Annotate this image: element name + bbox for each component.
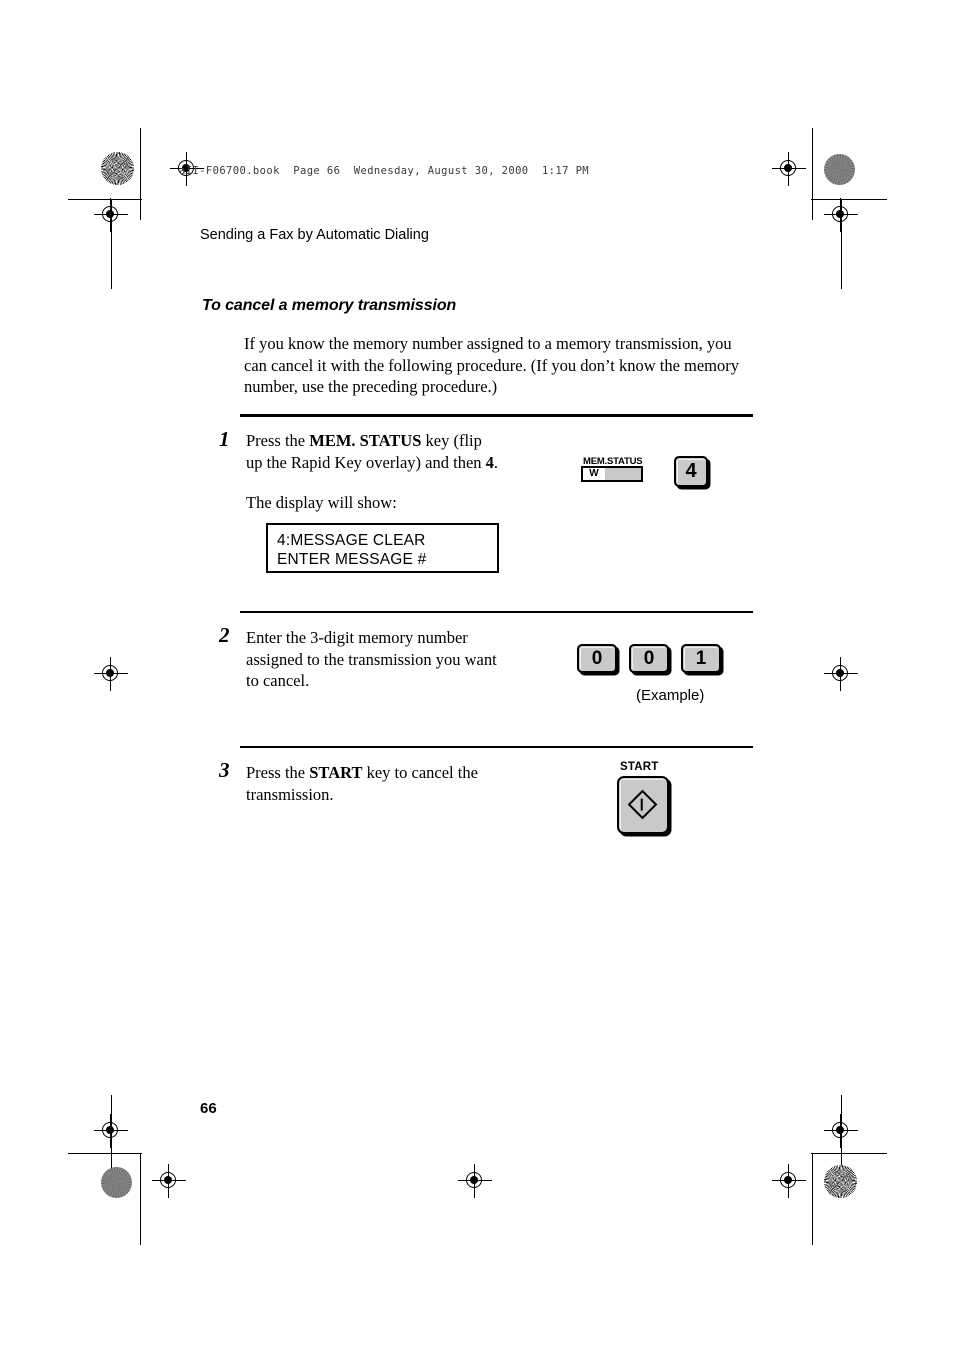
mem-status-value: W <box>583 468 605 480</box>
crop-line-horizontal <box>811 1153 887 1154</box>
key-graphic-digit-3rd[interactable]: 1 <box>681 644 721 673</box>
registration-mark-bottom-right <box>772 1164 806 1198</box>
key-label-digit-3rd: 1 <box>695 648 707 669</box>
registration-mark-right-upper <box>824 198 858 232</box>
density-control-dot-bottom-right <box>824 1165 857 1198</box>
lcd-line-2: ENTER MESSAGE # <box>277 551 427 568</box>
section-title: To cancel a memory transmission <box>202 297 457 314</box>
step-divider-rule <box>240 746 753 748</box>
step-2-instruction: Enter the 3-digit memory number assigned… <box>246 627 536 692</box>
step-number-3: 3 <box>219 758 230 782</box>
step-divider-rule <box>240 414 753 417</box>
registration-mark-top-right <box>772 152 806 186</box>
crop-line-vertical <box>841 199 842 289</box>
key-graphic-digit-1st[interactable]: 0 <box>577 644 617 673</box>
start-key-name: START <box>309 763 363 782</box>
step-1-line1-lead: Press the <box>246 431 310 450</box>
book-file-header: aII-F06700.book Page 66 Wednesday, Augus… <box>179 165 590 177</box>
mem-status-key-name: MEM. STATUS <box>309 431 422 450</box>
display-intro-text: The display will show: <box>246 493 397 512</box>
crop-line-vertical <box>841 1095 842 1185</box>
step-2-line3: to cancel. <box>246 671 310 690</box>
crop-line-horizontal <box>68 1153 142 1154</box>
key-graphic-4[interactable]: 4 <box>674 456 708 487</box>
crop-line-horizontal <box>811 199 887 200</box>
step-3-instruction: Press the START key to cancel the transm… <box>246 762 536 805</box>
step-3-line1-tail: key to cancel the <box>362 763 478 782</box>
mem-status-indicator-bar: W <box>581 466 643 482</box>
registration-mark-left-middle <box>94 657 128 691</box>
step-divider-rule <box>240 611 753 613</box>
key-graphic-start[interactable] <box>617 776 669 834</box>
registration-mark-left-upper <box>94 198 128 232</box>
start-diamond-icon <box>627 789 657 819</box>
section-intro-paragraph: If you know the memory number assigned t… <box>244 334 740 396</box>
lcd-display-panel: 4:MESSAGE CLEAR ENTER MESSAGE # <box>266 523 499 573</box>
registration-mark-left-lower <box>94 1114 128 1148</box>
key-label-digit-2nd: 0 <box>643 648 655 669</box>
step-1-line2-lead: up the Rapid Key overlay) and then <box>246 452 486 472</box>
step-2-line1: Enter the 3-digit memory number <box>246 628 468 647</box>
registration-mark-right-middle <box>824 657 858 691</box>
step-1-instruction: Press the MEM. STATUS key (flip up the R… <box>246 430 546 473</box>
crop-line-vertical <box>111 1095 112 1185</box>
registration-mark-right-lower <box>824 1114 858 1148</box>
key-label-4: 4 <box>685 460 697 482</box>
start-key-caption: START <box>620 761 659 773</box>
step-number-2: 2 <box>219 623 230 647</box>
registration-mark-bottom-left <box>152 1164 186 1198</box>
step-2-line2: assigned to the transmission you want <box>246 649 497 669</box>
crop-line-vertical <box>140 1153 141 1245</box>
crop-line-horizontal <box>68 199 142 200</box>
crop-line-vertical <box>812 1153 813 1245</box>
key-graphic-digit-2nd[interactable]: 0 <box>629 644 669 673</box>
start-diamond-bar <box>640 798 644 811</box>
crop-line-vertical <box>140 128 141 220</box>
registration-mark-bottom-center <box>458 1164 492 1198</box>
key-label-digit-1st: 0 <box>591 648 603 669</box>
example-caption: (Example) <box>636 687 705 704</box>
step-3-line1-lead: Press the <box>246 763 310 782</box>
step-1-line1-tail: key (flip <box>421 431 482 450</box>
running-head: Sending a Fax by Automatic Dialing <box>200 227 429 243</box>
step-3-line2: transmission. <box>246 784 334 804</box>
step-number-1: 1 <box>219 427 230 451</box>
density-control-dot-top-left <box>101 152 134 185</box>
page-number: 66 <box>200 1100 217 1117</box>
crop-line-vertical <box>812 128 813 220</box>
lcd-line-1: 4:MESSAGE CLEAR <box>277 532 426 549</box>
digit-key-name: 4 <box>485 452 494 472</box>
density-control-dot-bottom-left <box>101 1167 132 1198</box>
step-1-line2-tail: . <box>493 452 499 472</box>
density-control-dot-top-right <box>824 154 855 185</box>
crop-line-vertical <box>111 199 112 289</box>
